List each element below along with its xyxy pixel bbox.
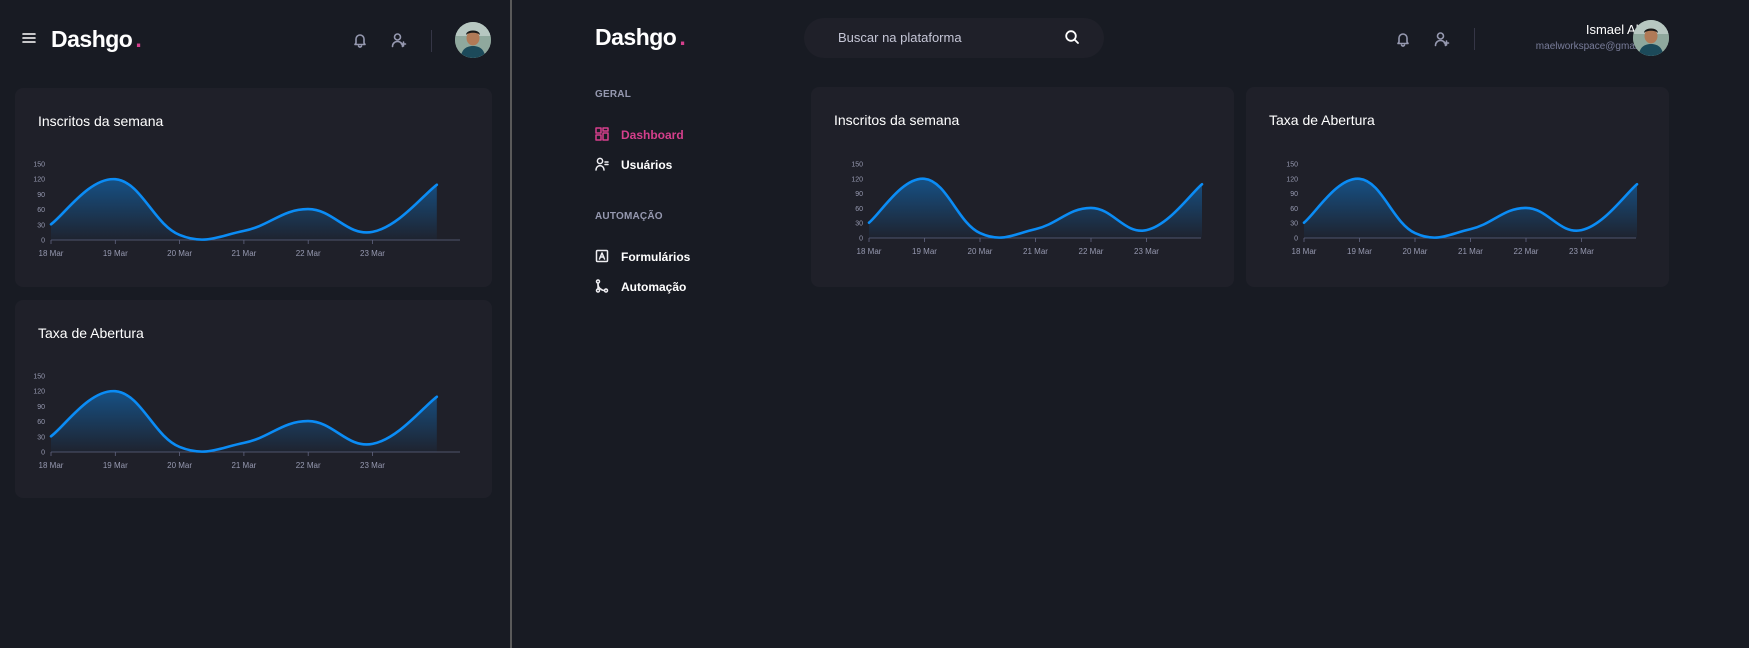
x-tick-label: 19 Mar [1347, 247, 1372, 256]
x-tick-label: 22 Mar [1079, 247, 1104, 256]
search-placeholder: Buscar na plataforma [838, 30, 962, 45]
x-tick-label: 20 Mar [167, 249, 192, 258]
x-tick-label: 23 Mar [1569, 247, 1594, 256]
logo: Dashgo. [595, 24, 686, 51]
x-tick-label: 19 Mar [912, 247, 937, 256]
chart-card-inscritos: Inscritos da semana 0 30 60 90 120 150 18 Mar 1… [15, 88, 492, 287]
y-tick-label: 0 [41, 450, 45, 457]
header-separator [1474, 28, 1475, 50]
chart-card-inscritos: Inscritos da semana 0 30 60 90 120 150 18 Mar 1… [811, 87, 1234, 287]
x-tick-label: 18 Mar [857, 247, 882, 256]
x-tick-label: 20 Mar [167, 461, 192, 470]
users-icon [595, 157, 611, 173]
logo-dot: . [135, 26, 142, 52]
y-tick-label: 60 [37, 419, 45, 426]
y-tick-label: 120 [33, 177, 45, 184]
x-tick-label: 22 Mar [296, 249, 321, 258]
logo-text: Dashgo [51, 26, 133, 52]
x-tick-label: 23 Mar [1134, 247, 1159, 256]
y-tick-label: 150 [1286, 162, 1298, 169]
bell-icon[interactable] [350, 30, 370, 50]
y-tick-label: 30 [855, 221, 863, 228]
x-tick-label: 20 Mar [1403, 247, 1428, 256]
mobile-view: Dashgo. Inscritos da semana 0 30 60 90 120 15… [0, 0, 510, 648]
y-tick-label: 60 [855, 206, 863, 213]
area-chart: 0 30 60 90 120 150 18 Mar 19 Mar 20 Mar 21 Mar 22 … [1286, 162, 1639, 256]
logo-dot: . [679, 24, 686, 50]
hamburger-menu-icon[interactable] [19, 28, 39, 48]
git-merge-icon [595, 279, 611, 295]
x-tick-label: 18 Mar [39, 461, 64, 470]
sidebar-item-label: Automação [621, 280, 687, 294]
y-tick-label: 60 [1290, 206, 1298, 213]
search-icon[interactable] [1064, 29, 1082, 47]
sidebar-item-label: Dashboard [621, 128, 684, 142]
x-tick-label: 21 Mar [1023, 247, 1048, 256]
x-tick-label: 22 Mar [1514, 247, 1539, 256]
sidebar-item-usuarios[interactable]: Usuários [595, 157, 672, 173]
avatar[interactable] [1633, 20, 1669, 56]
y-tick-label: 30 [37, 434, 45, 441]
y-tick-label: 90 [37, 192, 45, 199]
x-tick-label: 21 Mar [231, 461, 256, 470]
y-tick-label: 30 [1290, 221, 1298, 228]
y-tick-label: 30 [37, 222, 45, 229]
dashboard-grid-icon [595, 127, 611, 143]
y-tick-label: 60 [37, 207, 45, 214]
search-input[interactable]: Buscar na plataforma [804, 18, 1104, 58]
y-tick-label: 0 [1294, 236, 1298, 243]
y-tick-label: 120 [33, 389, 45, 396]
desktop-view: Dashgo. Buscar na plataforma Ismael Albe… [512, 0, 1749, 648]
sidebar-section-geral: GERAL [595, 89, 631, 100]
bell-icon[interactable] [1393, 29, 1413, 49]
x-tick-label: 22 Mar [296, 461, 321, 470]
user-plus-icon[interactable] [1432, 29, 1452, 49]
x-tick-label: 18 Mar [1292, 247, 1317, 256]
y-tick-label: 150 [33, 374, 45, 381]
x-tick-label: 18 Mar [39, 249, 64, 258]
logo: Dashgo. [51, 26, 142, 53]
header-separator [431, 30, 432, 52]
x-tick-label: 21 Mar [231, 249, 256, 258]
y-tick-label: 0 [41, 238, 45, 245]
x-tick-label: 23 Mar [360, 461, 385, 470]
user-plus-icon[interactable] [389, 30, 409, 50]
y-tick-label: 150 [33, 162, 45, 169]
chart-card-taxa: Taxa de Abertura 0 30 60 90 120 150 18 Mar 19 M… [15, 300, 492, 498]
sidebar-item-label: Formulários [621, 250, 691, 264]
x-tick-label: 23 Mar [360, 249, 385, 258]
y-tick-label: 0 [859, 236, 863, 243]
y-tick-label: 120 [851, 176, 863, 183]
chart-card-taxa: Taxa de Abertura 0 30 60 90 120 150 18 Mar 19 M… [1246, 87, 1669, 287]
area-chart: 0 30 60 90 120 150 18 Mar 19 Mar 20 Mar 21 Mar 22 … [33, 162, 460, 258]
y-tick-label: 90 [855, 191, 863, 198]
sidebar-item-dashboard[interactable]: Dashboard [595, 127, 684, 143]
x-tick-label: 19 Mar [103, 249, 128, 258]
x-tick-label: 19 Mar [103, 461, 128, 470]
y-tick-label: 150 [851, 162, 863, 169]
sidebar-item-label: Usuários [621, 158, 673, 172]
x-tick-label: 21 Mar [1458, 247, 1483, 256]
sidebar-item-automacao[interactable]: Automação [595, 279, 686, 295]
area-chart: 0 30 60 90 120 150 18 Mar 19 Mar 20 Mar 21 Mar 22 … [33, 374, 460, 470]
y-tick-label: 90 [1290, 191, 1298, 198]
y-tick-label: 90 [37, 404, 45, 411]
sidebar-item-formularios[interactable]: Formulários [595, 249, 690, 265]
form-icon [595, 249, 611, 265]
avatar[interactable] [455, 22, 491, 58]
y-tick-label: 120 [1286, 176, 1298, 183]
sidebar-section-automacao: AUTOMAÇÃO [595, 211, 663, 222]
x-tick-label: 20 Mar [968, 247, 993, 256]
area-chart: 0 30 60 90 120 150 18 Mar 19 Mar 20 Mar 21 Mar 22 … [851, 162, 1204, 256]
logo-text: Dashgo [595, 24, 677, 50]
